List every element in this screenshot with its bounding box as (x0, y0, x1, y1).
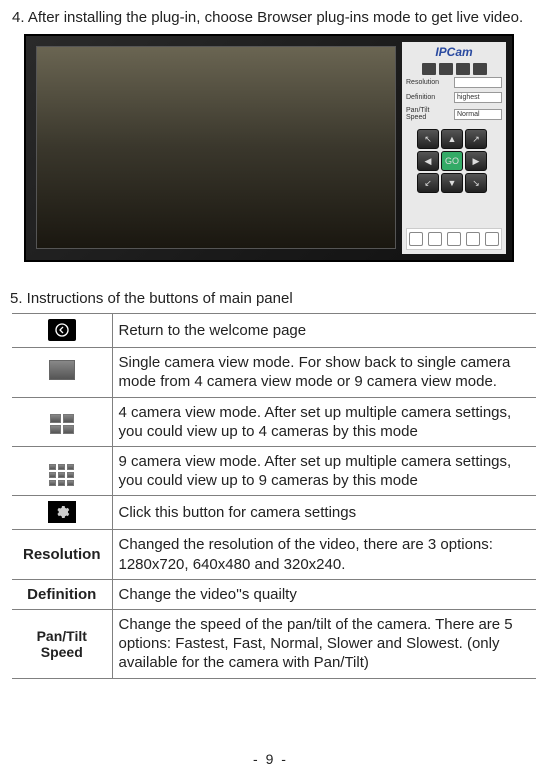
dpad-up-icon: ▲ (441, 129, 463, 149)
table-row: Resolution Changed the resolution of the… (12, 530, 536, 579)
live-video-area (36, 46, 396, 249)
step5-text: 5. Instructions of the buttons of main p… (10, 290, 293, 307)
label-cell-pantilt: Pan/Tilt Speed (12, 609, 112, 678)
app-screenshot: IPCam Resolution Definition highest Pan/… (24, 34, 514, 262)
side-panel: IPCam Resolution Definition highest Pan/… (402, 42, 506, 254)
pantilt-row: Pan/Tilt Speed Normal (402, 105, 506, 123)
pantilt-label: Pan/Tilt Speed (406, 107, 446, 121)
ipcam-logo: IPCam (402, 42, 506, 59)
step4-text-content: 4. After installing the plug-in, choose … (12, 9, 523, 26)
step5-heading: 5. Instructions of the buttons of main p… (2, 290, 539, 307)
table-row: Single camera view mode. For show back t… (12, 348, 536, 397)
page-number: - 9 - (0, 751, 541, 767)
step4-text: 4. After installing the plug-in, choose … (2, 8, 539, 28)
table-row: 4 camera view mode. After set up multipl… (12, 397, 536, 446)
view-mode-icons (402, 63, 506, 75)
desc-resolution: Changed the resolution of the video, the… (112, 530, 536, 579)
button-instructions-table: Return to the welcome page Single camera… (12, 313, 536, 678)
dpad-left-icon: ◀ (417, 151, 439, 171)
desc-grid9: 9 camera view mode. After set up multipl… (112, 447, 536, 496)
toolbar-icon-5 (485, 232, 499, 246)
definition-select: highest (454, 92, 502, 103)
definition-row: Definition highest (402, 90, 506, 105)
dpad-up-right-icon: ↗ (465, 129, 487, 149)
icon-cell-settings (12, 496, 112, 530)
table-row: 9 camera view mode. After set up multipl… (12, 447, 536, 496)
desc-grid4: 4 camera view mode. After set up multipl… (112, 397, 536, 446)
toolbar-icon-3 (447, 232, 461, 246)
bottom-toolbar (406, 228, 502, 250)
icon-cell-grid4 (12, 397, 112, 446)
dpad-down-icon: ▼ (441, 173, 463, 193)
table-row: Click this button for camera settings (12, 496, 536, 530)
label-cell-definition: Definition (12, 579, 112, 609)
label-cell-resolution: Resolution (12, 530, 112, 579)
return-icon (48, 319, 76, 341)
single-view-icon (439, 63, 453, 75)
toolbar-icon-1 (409, 232, 423, 246)
desc-definition: Change the video''s quailty (112, 579, 536, 609)
resolution-label: Resolution (406, 79, 439, 86)
table-row: Definition Change the video''s quailty (12, 579, 536, 609)
desc-pantilt: Change the speed of the pan/tilt of the … (112, 609, 536, 678)
settings-gear-icon (48, 501, 76, 523)
grid9-icon (473, 63, 487, 75)
grid9-view-icon (49, 464, 74, 486)
table-row: Pan/Tilt Speed Change the speed of the p… (12, 609, 536, 678)
resolution-row: Resolution (402, 75, 506, 90)
grid4-icon (456, 63, 470, 75)
toolbar-icon-4 (466, 232, 480, 246)
resolution-select (454, 77, 502, 88)
toolbar-icon-2 (428, 232, 442, 246)
definition-label: Definition (406, 94, 435, 101)
icon-cell-single (12, 348, 112, 397)
desc-settings: Click this button for camera settings (112, 496, 536, 530)
dpad-up-left-icon: ↖ (417, 129, 439, 149)
icon-cell-back (12, 314, 112, 348)
dpad-center-icon: GO (441, 151, 463, 171)
desc-return: Return to the welcome page (112, 314, 536, 348)
pantilt-select: Normal (454, 109, 502, 120)
table-row: Return to the welcome page (12, 314, 536, 348)
dpad-down-left-icon: ↙ (417, 173, 439, 193)
dpad-right-icon: ▶ (465, 151, 487, 171)
icon-cell-grid9 (12, 447, 112, 496)
back-icon (422, 63, 436, 75)
grid4-view-icon (50, 414, 74, 434)
dpad-down-right-icon: ↘ (465, 173, 487, 193)
single-view-icon (49, 360, 75, 380)
ptz-dpad: ↖ ▲ ↗ ◀ GO ▶ ↙ ▼ ↘ (417, 129, 491, 193)
desc-single: Single camera view mode. For show back t… (112, 348, 536, 397)
